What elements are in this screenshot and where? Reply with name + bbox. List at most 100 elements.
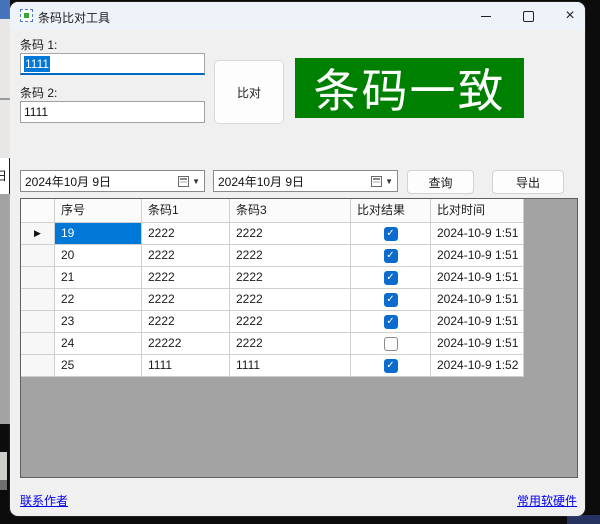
background-window-fragment — [0, 0, 10, 19]
cell-seq[interactable]: 20 — [55, 245, 142, 267]
cell-barcode1[interactable]: 22222 — [142, 333, 230, 355]
screen: 日 条码比对工具 × 条码 1: 1111 条码 2: 1111 比对 条码一致… — [0, 0, 600, 524]
cell-barcode1[interactable]: 2222 — [142, 289, 230, 311]
column-header-barcode1[interactable]: 条码1 — [142, 199, 230, 223]
barcode2-label: 条码 2: — [20, 84, 57, 101]
window-title: 条码比对工具 — [38, 9, 110, 26]
cell-barcode3[interactable]: 2222 — [230, 333, 351, 355]
cell-barcode1[interactable]: 2222 — [142, 223, 230, 245]
cell-result[interactable]: ✓ — [351, 267, 431, 289]
row-header-cell[interactable] — [21, 311, 55, 333]
cell-result[interactable]: ✓ — [351, 355, 431, 377]
cell-seq[interactable]: 21 — [55, 267, 142, 289]
cell-time[interactable]: 2024-10-9 1:51 — [431, 245, 524, 267]
cell-barcode1[interactable]: 2222 — [142, 311, 230, 333]
chevron-down-icon[interactable]: ▼ — [385, 177, 393, 186]
cell-time[interactable]: 2024-10-9 1:51 — [431, 267, 524, 289]
cell-seq[interactable]: 24 — [55, 333, 142, 355]
minimize-icon — [481, 16, 491, 17]
close-button[interactable]: × — [549, 2, 585, 30]
cell-result[interactable]: ✓ — [351, 223, 431, 245]
result-checkbox[interactable]: ✓ — [384, 315, 398, 329]
table-row[interactable]: 20 2222 2222 ✓ 2024-10-9 1:51 — [21, 245, 524, 267]
table-body: ▶ 19 2222 2222 ✓ 2024-10-9 1:51 20 2222 … — [21, 223, 524, 377]
close-icon: × — [565, 8, 574, 24]
cell-barcode3[interactable]: 2222 — [230, 245, 351, 267]
table-header-row: 序号 条码1 条码3 比对结果 比对时间 — [21, 199, 524, 223]
cell-barcode3[interactable]: 2222 — [230, 267, 351, 289]
result-checkbox[interactable]: ✓ — [384, 359, 398, 373]
cell-result[interactable] — [351, 333, 431, 355]
background-fragment-text: 日 — [0, 167, 7, 184]
column-header-barcode3[interactable]: 条码3 — [230, 199, 351, 223]
cell-seq[interactable]: 19 — [55, 223, 142, 245]
result-checkbox[interactable]: ✓ — [384, 227, 398, 241]
calendar-icon — [178, 176, 189, 187]
maximize-button[interactable] — [507, 2, 549, 30]
column-header-seq[interactable]: 序号 — [55, 199, 142, 223]
barcode2-value: 1111 — [24, 105, 48, 119]
table-row[interactable]: 22 2222 2222 ✓ 2024-10-9 1:51 — [21, 289, 524, 311]
cell-time[interactable]: 2024-10-9 1:51 — [431, 311, 524, 333]
row-header-cell[interactable] — [21, 333, 55, 355]
app-window: 条码比对工具 × 条码 1: 1111 条码 2: 1111 比对 条码一致 2… — [10, 2, 585, 516]
cell-barcode3[interactable]: 2222 — [230, 223, 351, 245]
cell-seq[interactable]: 23 — [55, 311, 142, 333]
row-header-cell[interactable] — [21, 289, 55, 311]
cell-time[interactable]: 2024-10-9 1:52 — [431, 355, 524, 377]
cell-barcode3[interactable]: 2222 — [230, 311, 351, 333]
compare-button[interactable]: 比对 — [214, 60, 284, 124]
row-header-column[interactable] — [21, 199, 55, 223]
cell-barcode1[interactable]: 2222 — [142, 267, 230, 289]
minimize-button[interactable] — [465, 2, 507, 30]
barcode1-input[interactable]: 1111 — [20, 53, 205, 75]
cell-result[interactable]: ✓ — [351, 311, 431, 333]
background-window-fragment — [0, 98, 10, 100]
result-checkbox[interactable]: ✓ — [384, 249, 398, 263]
export-button[interactable]: 导出 — [492, 170, 564, 194]
barcode1-value: 1111 — [24, 56, 50, 72]
calendar-icon — [371, 176, 382, 187]
result-checkbox[interactable]: ✓ — [384, 293, 398, 307]
column-header-time[interactable]: 比对时间 — [431, 199, 524, 223]
table-row[interactable]: 24 22222 2222 2024-10-9 1:51 — [21, 333, 524, 355]
cell-seq[interactable]: 22 — [55, 289, 142, 311]
data-grid[interactable]: 序号 条码1 条码3 比对结果 比对时间 ▶ 19 2222 2222 ✓ 20… — [20, 198, 578, 478]
cell-barcode3[interactable]: 1111 — [230, 355, 351, 377]
background-window-fragment — [0, 194, 10, 424]
barcode1-label: 条码 1: — [20, 36, 57, 53]
row-header-cell[interactable] — [21, 355, 55, 377]
title-bar[interactable]: 条码比对工具 × — [10, 2, 585, 30]
cell-barcode3[interactable]: 2222 — [230, 289, 351, 311]
barcode2-input[interactable]: 1111 — [20, 101, 205, 123]
row-header-cell[interactable] — [21, 245, 55, 267]
cell-result[interactable]: ✓ — [351, 245, 431, 267]
result-checkbox[interactable]: ✓ — [384, 271, 398, 285]
date-to-picker[interactable]: 2024年10月 9日 ▼ — [213, 170, 398, 192]
cell-result[interactable]: ✓ — [351, 289, 431, 311]
chevron-down-icon[interactable]: ▼ — [192, 177, 200, 186]
table-row[interactable]: ▶ 19 2222 2222 ✓ 2024-10-9 1:51 — [21, 223, 524, 245]
table-row[interactable]: 25 1111 1111 ✓ 2024-10-9 1:52 — [21, 355, 524, 377]
grid-columns: 序号 条码1 条码3 比对结果 比对时间 ▶ 19 2222 2222 ✓ 20… — [21, 199, 524, 377]
app-icon — [20, 9, 33, 22]
result-checkbox[interactable] — [384, 337, 398, 351]
contact-author-link[interactable]: 联系作者 — [20, 492, 68, 509]
common-tools-link[interactable]: 常用软硬件 — [517, 492, 577, 509]
date-from-picker[interactable]: 2024年10月 9日 ▼ — [20, 170, 205, 192]
cell-barcode1[interactable]: 1111 — [142, 355, 230, 377]
column-header-result[interactable]: 比对结果 — [351, 199, 431, 223]
background-window-fragment — [567, 515, 600, 524]
cell-barcode1[interactable]: 2222 — [142, 245, 230, 267]
cell-time[interactable]: 2024-10-9 1:51 — [431, 223, 524, 245]
table-row[interactable]: 23 2222 2222 ✓ 2024-10-9 1:51 — [21, 311, 524, 333]
cell-time[interactable]: 2024-10-9 1:51 — [431, 333, 524, 355]
table-row[interactable]: 21 2222 2222 ✓ 2024-10-9 1:51 — [21, 267, 524, 289]
row-header-cell[interactable] — [21, 267, 55, 289]
date-to-value: 2024年10月 9日 — [218, 173, 304, 190]
query-button[interactable]: 查询 — [407, 170, 474, 194]
cell-seq[interactable]: 25 — [55, 355, 142, 377]
background-window-fragment — [0, 480, 7, 490]
cell-time[interactable]: 2024-10-9 1:51 — [431, 289, 524, 311]
row-header-cell[interactable]: ▶ — [21, 223, 55, 245]
